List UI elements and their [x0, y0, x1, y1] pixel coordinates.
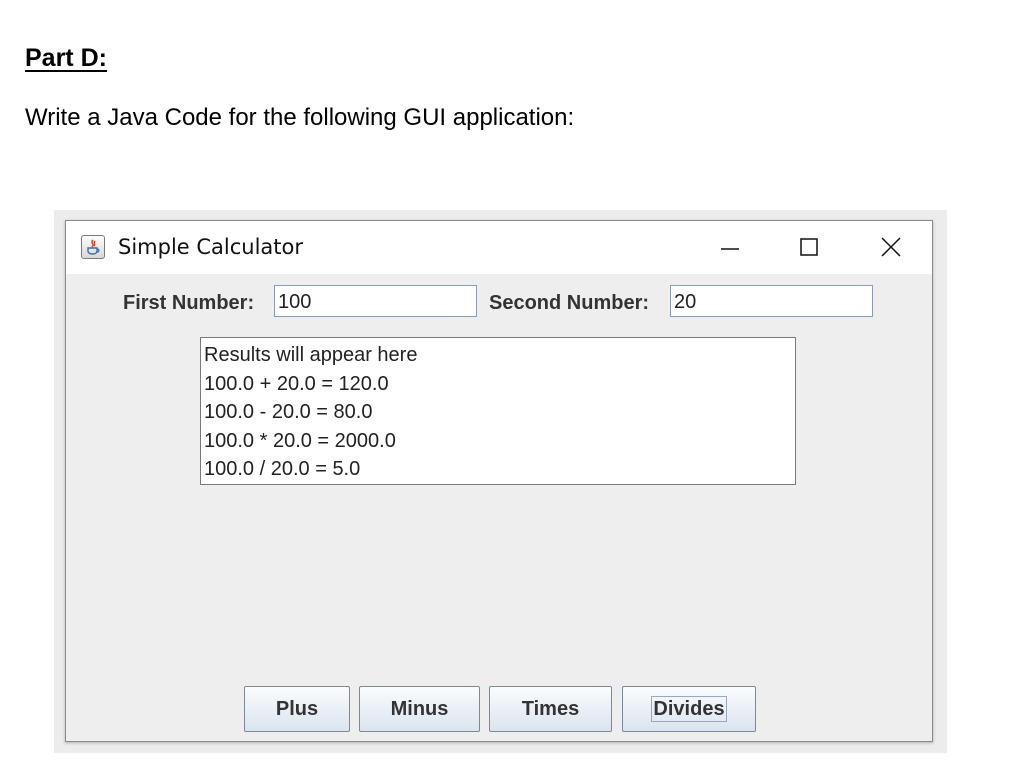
minimize-button[interactable] [710, 231, 750, 263]
results-line: 100.0 / 20.0 = 5.0 [204, 458, 361, 480]
times-button-label: Times [521, 697, 580, 720]
results-line: 100.0 - 20.0 = 80.0 [204, 401, 373, 423]
minus-button[interactable]: Minus [359, 686, 480, 732]
close-icon [881, 237, 901, 257]
java-icon [81, 235, 105, 259]
title-bar[interactable]: Simple Calculator [66, 221, 932, 274]
minus-button-label: Minus [390, 697, 449, 720]
results-line: Results will appear here [204, 344, 418, 366]
plus-button-label: Plus [275, 697, 319, 720]
divides-button[interactable]: Divides [622, 686, 756, 732]
maximize-icon [800, 238, 818, 256]
second-number-field[interactable]: 20 [670, 285, 873, 317]
close-button[interactable] [871, 231, 911, 263]
minimize-icon [721, 248, 739, 250]
times-button[interactable]: Times [489, 686, 612, 732]
results-area[interactable]: Results will appear here 100.0 + 20.0 = … [200, 337, 796, 485]
plus-button[interactable]: Plus [244, 686, 350, 732]
results-line: 100.0 + 20.0 = 120.0 [204, 372, 389, 395]
maximize-button[interactable] [789, 231, 829, 263]
first-number-label: First Number: [123, 292, 255, 314]
second-number-label: Second Number: [489, 292, 650, 314]
document-heading: Part D: [25, 44, 107, 72]
calculator-window: Simple Calculator First Number: 100 Seco… [65, 220, 933, 742]
document-instruction: Write a Java Code for the following GUI … [25, 104, 575, 131]
results-line: 100.0 * 20.0 = 2000.0 [204, 429, 396, 452]
window-title: Simple Calculator [118, 235, 304, 259]
first-number-field[interactable]: 100 [274, 285, 477, 317]
divides-button-label: Divides [651, 696, 727, 722]
